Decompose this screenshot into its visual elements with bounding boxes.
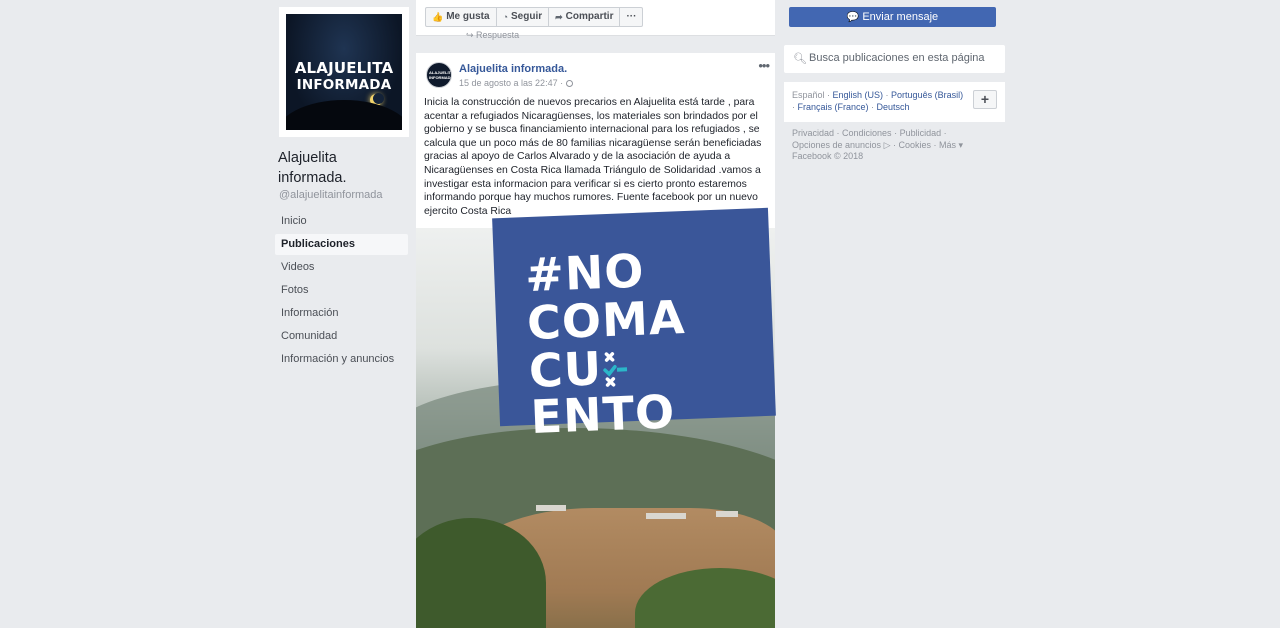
footer-link-mas[interactable]: Más	[939, 140, 956, 150]
page-title[interactable]: Alajuelita informada.	[278, 148, 408, 188]
badge-line-3b: ENTO	[529, 384, 677, 445]
page-handle[interactable]: @alajuelitainformada	[279, 189, 383, 201]
answer-fragment[interactable]: ↪ Respuesta	[466, 30, 519, 41]
language-link-deutsch[interactable]: Deutsch	[877, 102, 910, 112]
follow-button-label: Seguir	[511, 11, 543, 22]
globe-icon	[566, 79, 574, 87]
nav-item-videos[interactable]: Videos	[275, 257, 408, 278]
add-language-button[interactable]: +	[973, 90, 997, 109]
thumbs-up-icon: 👍	[432, 12, 444, 22]
logo-hill	[286, 100, 402, 130]
post-author-name[interactable]: Alajuelita informada.	[459, 63, 567, 75]
page-logo: ALAJUELITA INFORMADA	[286, 14, 402, 130]
post-avatar-text: ALAJUELITA INFORMADA	[429, 70, 452, 80]
footer-links: Privacidad · Condiciones · Publicidad · …	[792, 128, 964, 162]
search-icon: 🔍︎	[793, 53, 807, 65]
post-date-text: 15 de agosto a las 22:47 ·	[459, 78, 564, 88]
share-button[interactable]: ➦ Compartir	[548, 7, 621, 27]
badge-line-1: #NO	[524, 243, 646, 303]
like-button[interactable]: 👍 Me gusta	[425, 7, 497, 27]
hut	[716, 511, 738, 517]
messenger-icon: 💬	[846, 12, 860, 23]
logo-text-line2: INFORMADA	[296, 77, 392, 93]
nav-item-informacion-y-anuncios[interactable]: Información y anuncios	[275, 349, 408, 370]
like-button-label: Me gusta	[446, 11, 490, 22]
language-list: Español · English (US) · Português (Bras…	[792, 90, 964, 112]
page-search-box: 🔍︎	[784, 45, 1005, 73]
footer-copyright: Facebook © 2018	[792, 151, 864, 162]
post-timestamp[interactable]: 15 de agosto a las 22:47 ·	[459, 78, 574, 88]
reply-icon: ↪	[466, 30, 477, 40]
language-box: Español · English (US) · Português (Bras…	[784, 82, 1005, 122]
nav-item-informacion[interactable]: Información	[275, 303, 408, 324]
language-current: Español	[792, 90, 825, 100]
nav-item-comunidad[interactable]: Comunidad	[275, 326, 408, 347]
send-message-label: Enviar mensaje	[862, 11, 939, 23]
hut	[536, 505, 566, 511]
logo-text-line1: ALAJUELITA	[294, 59, 394, 77]
nav-item-fotos[interactable]: Fotos	[275, 280, 408, 301]
more-options-button[interactable]: ···	[619, 7, 644, 27]
hut	[646, 513, 686, 519]
footer-link-opciones-anuncios[interactable]: Opciones de anuncios	[792, 140, 881, 150]
page-search-input[interactable]	[807, 51, 1001, 65]
footer-link-privacidad[interactable]: Privacidad	[792, 128, 834, 138]
send-message-button[interactable]: 💬 Enviar mensaje	[789, 7, 996, 27]
rss-icon: ◔	[502, 12, 508, 22]
language-link-francais[interactable]: Français (France)	[798, 102, 869, 112]
footer-link-cookies[interactable]: Cookies	[899, 140, 932, 150]
left-nav: Inicio Publicaciones Videos Fotos Inform…	[275, 211, 408, 372]
post-body-text: Inicia la construcción de nuevos precari…	[424, 97, 762, 217]
share-arrow-icon: ➦	[555, 12, 563, 22]
language-link-english[interactable]: English (US)	[833, 90, 884, 100]
nav-item-publicaciones[interactable]: Publicaciones	[275, 234, 408, 255]
page-profile-picture[interactable]: ALAJUELITA INFORMADA	[279, 7, 409, 137]
footer-link-publicidad[interactable]: Publicidad	[900, 128, 942, 138]
nav-item-inicio[interactable]: Inicio	[275, 211, 408, 232]
post-author-avatar[interactable]: ALAJUELITA INFORMADA	[426, 62, 452, 88]
post-options-icon[interactable]: •••	[758, 58, 770, 73]
language-link-portugues[interactable]: Português (Brasil)	[891, 90, 963, 100]
badge-line-3: CUENTO	[528, 339, 775, 444]
answer-fragment-label: Respuesta	[476, 30, 520, 40]
share-button-label: Compartir	[565, 11, 614, 22]
adchoices-icon: ▷	[883, 139, 891, 150]
more-options-label: ···	[626, 11, 637, 22]
badge-line-2: COMA	[526, 290, 687, 351]
checkmark-icon	[601, 344, 631, 391]
footer-link-condiciones[interactable]: Condiciones	[842, 128, 892, 138]
follow-button[interactable]: ◔ Seguir	[495, 7, 550, 27]
no-coma-cuento-badge: #NO COMA CUENTO	[493, 208, 775, 444]
